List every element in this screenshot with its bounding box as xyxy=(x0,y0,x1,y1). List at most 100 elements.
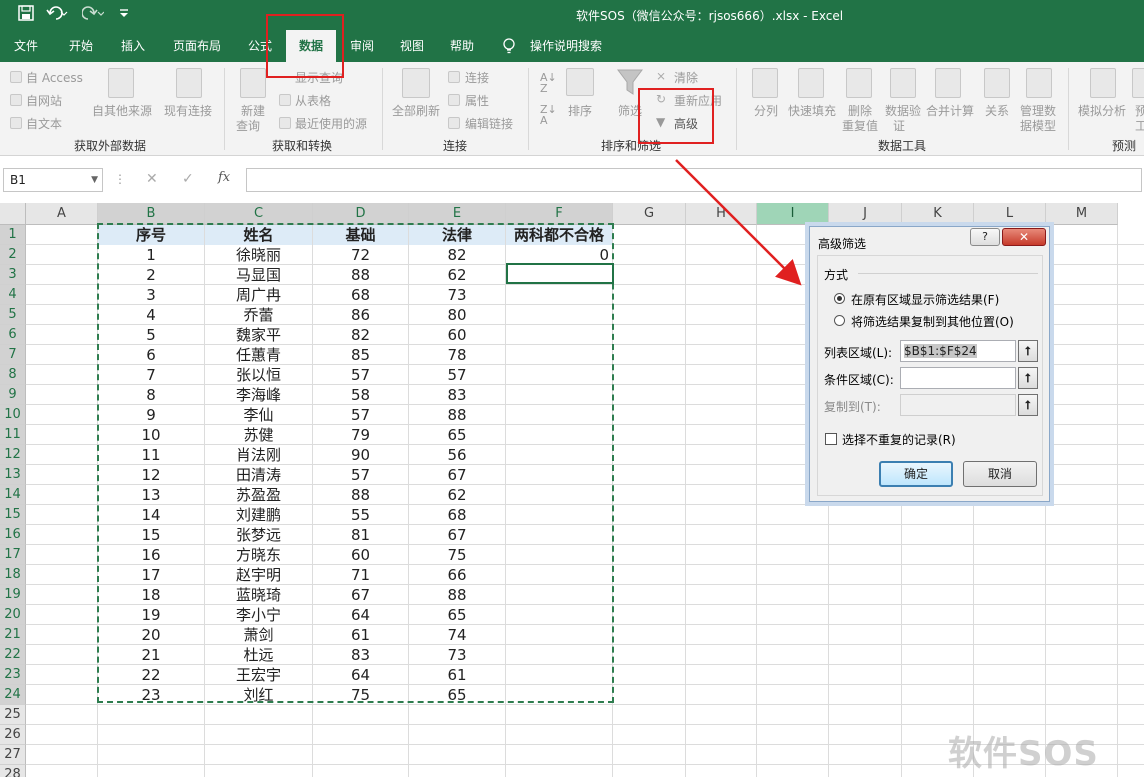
row-header-18[interactable]: 18 xyxy=(0,565,26,585)
tab-help[interactable]: 帮助 xyxy=(440,30,484,62)
row-header-6[interactable]: 6 xyxy=(0,325,26,345)
column-header-d[interactable]: D xyxy=(313,203,409,225)
row-header-3[interactable]: 3 xyxy=(0,265,26,285)
recent-sources-button[interactable]: 最近使用的源 xyxy=(295,115,367,132)
row-header-23[interactable]: 23 xyxy=(0,665,26,685)
row-header-13[interactable]: 13 xyxy=(0,465,26,485)
tab-page-layout[interactable]: 页面布局 xyxy=(164,30,230,62)
properties-button[interactable]: 属性 xyxy=(465,92,489,109)
undo-icon[interactable] xyxy=(46,5,68,25)
tab-review[interactable]: 审阅 xyxy=(340,30,384,62)
row-header-1[interactable]: 1 xyxy=(0,225,26,245)
row-header-4[interactable]: 4 xyxy=(0,285,26,305)
row-header-15[interactable]: 15 xyxy=(0,505,26,525)
radio-copy-to-location[interactable] xyxy=(834,315,845,326)
help-icon[interactable]: ? xyxy=(970,228,1000,246)
cancel-entry-icon[interactable]: ✕ xyxy=(146,171,158,187)
row-header-2[interactable]: 2 xyxy=(0,245,26,265)
customize-icon[interactable] xyxy=(118,5,130,25)
copy-to-collapse-button[interactable]: ⭡ xyxy=(1018,394,1038,416)
tab-view[interactable]: 视图 xyxy=(390,30,434,62)
row-header-17[interactable]: 17 xyxy=(0,545,26,565)
criteria-range-label: 条件区域(C): xyxy=(824,373,894,387)
list-range-input[interactable]: $B$1:$F$24 xyxy=(900,340,1016,362)
column-header-l[interactable]: L xyxy=(974,203,1046,225)
unique-records-checkbox[interactable] xyxy=(825,433,837,445)
column-header-e[interactable]: E xyxy=(409,203,506,225)
formula-input[interactable] xyxy=(246,168,1142,192)
other-sources-button[interactable]: 自其他来源 xyxy=(92,102,152,119)
row-header-9[interactable]: 9 xyxy=(0,385,26,405)
row-header-25[interactable]: 25 xyxy=(0,705,26,725)
column-header-b[interactable]: B xyxy=(98,203,205,225)
row-header-27[interactable]: 27 xyxy=(0,745,26,765)
relationships-button[interactable]: 关系 xyxy=(985,102,1009,119)
radio-filter-in-place[interactable] xyxy=(834,293,845,304)
from-access-button[interactable]: 自 Access xyxy=(26,69,83,86)
column-header-h[interactable]: H xyxy=(686,203,757,225)
row-header-8[interactable]: 8 xyxy=(0,365,26,385)
row-header-7[interactable]: 7 xyxy=(0,345,26,365)
criteria-range-collapse-button[interactable]: ⭡ xyxy=(1018,367,1038,389)
criteria-range-input[interactable] xyxy=(900,367,1016,389)
column-header-a[interactable]: A xyxy=(26,203,98,225)
tell-me-search[interactable]: 操作说明搜索 xyxy=(524,30,608,62)
row-header-26[interactable]: 26 xyxy=(0,725,26,745)
tab-file[interactable]: 文件 xyxy=(4,30,48,62)
row-header-22[interactable]: 22 xyxy=(0,645,26,665)
edit-links-button[interactable]: 编辑链接 xyxy=(465,115,513,132)
close-icon[interactable]: ✕ xyxy=(1002,228,1046,246)
tab-insert[interactable]: 插入 xyxy=(110,30,156,62)
select-all-corner[interactable] xyxy=(0,203,26,225)
unique-records-label[interactable]: 选择不重复的记录(R) xyxy=(842,431,956,448)
save-icon[interactable] xyxy=(18,5,34,25)
row-header-16[interactable]: 16 xyxy=(0,525,26,545)
row-header-21[interactable]: 21 xyxy=(0,625,26,645)
column-header-k[interactable]: K xyxy=(902,203,974,225)
row-header-14[interactable]: 14 xyxy=(0,485,26,505)
column-header-c[interactable]: C xyxy=(205,203,313,225)
row-header-28[interactable]: 28 xyxy=(0,765,26,777)
row-header-11[interactable]: 11 xyxy=(0,425,26,445)
row-header-12[interactable]: 12 xyxy=(0,445,26,465)
confirm-entry-icon[interactable]: ✓ xyxy=(182,171,194,187)
group-data-tools: 数据工具 xyxy=(878,139,927,153)
text-to-columns-button[interactable]: 分列 xyxy=(754,102,778,119)
copy-to-input[interactable] xyxy=(900,394,1016,416)
cancel-button[interactable]: 取消 xyxy=(963,461,1037,487)
column-header-f[interactable]: F xyxy=(506,203,613,225)
radio-filter-in-place-label[interactable]: 在原有区域显示筛选结果(F) xyxy=(851,291,999,308)
row-header-24[interactable]: 24 xyxy=(0,685,26,705)
clear-button[interactable]: 清除 xyxy=(674,69,698,86)
name-box-dropdown-icon[interactable]: ▼ xyxy=(91,169,98,191)
row-header-10[interactable]: 10 xyxy=(0,405,26,425)
from-text-button[interactable]: 自文本 xyxy=(26,115,62,132)
row-header-20[interactable]: 20 xyxy=(0,605,26,625)
sort-az-icon[interactable]: A↓ Z xyxy=(540,72,557,94)
tab-home[interactable]: 开始 xyxy=(58,30,104,62)
insert-function-icon[interactable]: fx xyxy=(218,170,230,185)
from-table-button[interactable]: 从表格 xyxy=(295,92,331,109)
consolidate-button[interactable]: 合并计算 xyxy=(926,102,974,119)
sort-button[interactable]: 排序 xyxy=(568,102,592,119)
refresh-all-button[interactable]: 全部刷新 xyxy=(392,102,440,119)
column-header-m[interactable]: M xyxy=(1046,203,1118,225)
name-box[interactable]: B1 ▼ xyxy=(3,168,103,192)
list-range-collapse-button[interactable]: ⭡ xyxy=(1018,340,1038,362)
existing-connections-button[interactable]: 现有连接 xyxy=(164,102,212,119)
row-header-5[interactable]: 5 xyxy=(0,305,26,325)
row-header-19[interactable]: 19 xyxy=(0,585,26,605)
column-header-j[interactable]: J xyxy=(829,203,902,225)
active-cell-f3 xyxy=(506,263,614,284)
sort-za-icon[interactable]: Z↓ A xyxy=(540,104,557,126)
flash-fill-button[interactable]: 快速填充 xyxy=(788,102,836,119)
column-header-g[interactable]: G xyxy=(613,203,686,225)
what-if-button[interactable]: 模拟分析 xyxy=(1078,102,1126,119)
connections-button[interactable]: 连接 xyxy=(465,69,489,86)
new-query-label-2: 查询 xyxy=(236,119,261,133)
column-header-i[interactable]: I xyxy=(757,203,829,225)
radio-copy-to-location-label[interactable]: 将筛选结果复制到其他位置(O) xyxy=(851,313,1014,330)
from-web-button[interactable]: 自网站 xyxy=(26,92,62,109)
redo-icon[interactable] xyxy=(81,5,105,25)
ok-button[interactable]: 确定 xyxy=(879,461,953,487)
